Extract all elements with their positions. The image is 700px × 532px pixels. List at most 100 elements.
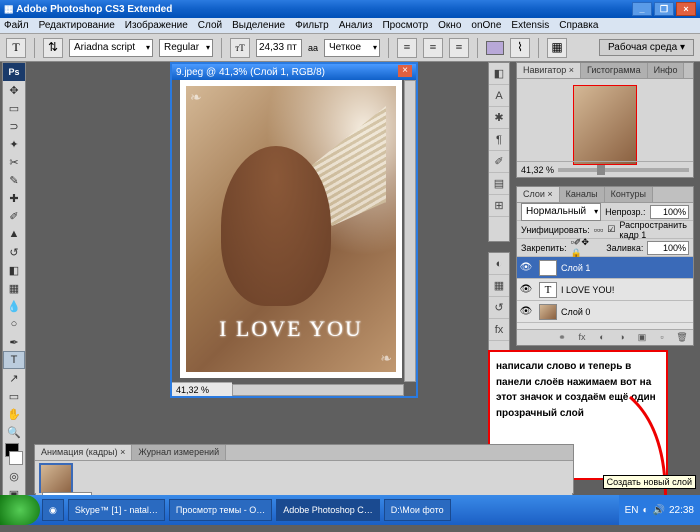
tab-measurements[interactable]: Журнал измерений <box>132 445 226 460</box>
layer-thumbnail[interactable] <box>539 260 557 276</box>
link-layers-button[interactable]: ⚭ <box>555 332 569 344</box>
tray-icon[interactable]: ◐ <box>642 505 648 516</box>
character-panel-button[interactable]: ▦ <box>547 38 567 58</box>
layer-row[interactable]: 👁 Слой 1 <box>517 257 693 279</box>
minimize-button[interactable]: _ <box>632 2 652 16</box>
align-center-button[interactable]: ≡ <box>423 38 443 58</box>
menu-image[interactable]: Изображение <box>125 20 188 31</box>
dock-btn[interactable]: A <box>489 85 509 107</box>
dock-btn[interactable]: ↺ <box>489 297 509 319</box>
tab-paths[interactable]: Контуры <box>605 187 653 202</box>
propagate-label[interactable]: Распространить кадр 1 <box>619 220 689 240</box>
path-tool[interactable]: ↗ <box>3 369 25 387</box>
unify-icon[interactable]: ▫▫▫ <box>594 225 604 235</box>
delete-layer-button[interactable]: 🗑 <box>675 332 689 344</box>
blend-mode-dropdown[interactable]: Нормальный <box>521 203 601 221</box>
navigator-thumbnail[interactable] <box>573 85 637 165</box>
dock-btn[interactable]: ✱ <box>489 107 509 129</box>
layer-row[interactable]: 👁 T I LOVE YOU! <box>517 279 693 301</box>
lang-indicator[interactable]: EN <box>625 505 639 516</box>
dock-btn[interactable]: ◐ <box>489 253 509 275</box>
tray-icon[interactable]: 🔊 <box>653 505 665 516</box>
tab-layers[interactable]: Слои × <box>517 187 560 202</box>
task-button[interactable]: Skype™ [1] - natal… <box>68 499 165 521</box>
task-button[interactable]: D:\Мои фото <box>384 499 451 521</box>
dock-btn[interactable]: fx <box>489 319 509 341</box>
menu-help[interactable]: Справка <box>559 20 598 31</box>
history-brush-tool[interactable]: ↺ <box>3 243 25 261</box>
task-button[interactable]: Просмотр темы - О… <box>169 499 272 521</box>
hand-tool[interactable]: ✋ <box>3 405 25 423</box>
menu-window[interactable]: Окно <box>438 20 461 31</box>
lasso-tool[interactable]: ⊃ <box>3 117 25 135</box>
task-button[interactable]: Adobe Photoshop C… <box>276 499 380 521</box>
tab-info[interactable]: Инфо <box>648 63 685 78</box>
tab-channels[interactable]: Каналы <box>560 187 605 202</box>
nav-zoom-value[interactable]: 41,32 % <box>521 165 554 175</box>
stamp-tool[interactable]: ▲ <box>3 225 25 243</box>
eraser-tool[interactable]: ◧ <box>3 261 25 279</box>
close-button[interactable]: × <box>676 2 696 16</box>
color-pickers[interactable] <box>5 443 23 465</box>
layer-thumbnail[interactable] <box>539 304 557 320</box>
tool-preset-button[interactable]: T <box>6 38 26 58</box>
menu-view[interactable]: Просмотр <box>382 20 428 31</box>
menu-filter[interactable]: Фильтр <box>295 20 329 31</box>
tab-navigator[interactable]: Навигатор × <box>517 63 581 78</box>
warp-text-button[interactable]: ⌇ <box>510 38 530 58</box>
quickmask-button[interactable]: ◎ <box>3 467 25 485</box>
dock-btn[interactable]: ▤ <box>489 173 509 195</box>
font-size-input[interactable]: 24,33 пт <box>256 39 302 57</box>
adjustment-button[interactable]: ◑ <box>615 332 629 344</box>
document-titlebar[interactable]: 9.jpeg @ 41,3% (Слой 1, RGB/8) × <box>172 64 416 80</box>
canvas-area[interactable]: ❧ ❧ I LOVE YOU <box>180 80 402 378</box>
dock-btn[interactable]: ¶ <box>489 129 509 151</box>
type-tool[interactable]: T <box>3 351 25 369</box>
dock-btn[interactable]: ✐ <box>489 151 509 173</box>
antialias-dropdown[interactable]: Четкое <box>324 39 380 57</box>
menu-select[interactable]: Выделение <box>232 20 285 31</box>
lock-icons[interactable]: ▫✐✥🔒 <box>571 237 599 259</box>
group-button[interactable]: ▣ <box>635 332 649 344</box>
align-right-button[interactable]: ≡ <box>449 38 469 58</box>
dock-btn[interactable]: ⊞ <box>489 195 509 217</box>
dodge-tool[interactable]: ○ <box>3 315 25 333</box>
dock-btn[interactable]: ◧ <box>489 63 509 85</box>
layer-name[interactable]: Слой 1 <box>561 263 590 273</box>
crop-tool[interactable]: ✂ <box>3 153 25 171</box>
menu-extensis[interactable]: Extensis <box>511 20 549 31</box>
menu-layer[interactable]: Слой <box>198 20 222 31</box>
orientation-button[interactable]: ⇅ <box>43 38 63 58</box>
font-style-dropdown[interactable]: Regular <box>159 39 213 57</box>
move-tool[interactable]: ✥ <box>3 81 25 99</box>
dock-btn[interactable]: ▦ <box>489 275 509 297</box>
task-button[interactable]: ◉ <box>42 499 64 521</box>
menu-analysis[interactable]: Анализ <box>339 20 373 31</box>
menu-file[interactable]: Файл <box>4 20 29 31</box>
clock[interactable]: 22:38 <box>669 505 694 516</box>
gradient-tool[interactable]: ▦ <box>3 279 25 297</box>
background-color[interactable] <box>9 451 23 465</box>
visibility-icon[interactable]: 👁 <box>517 306 535 317</box>
workspace-button[interactable]: Рабочая среда ▾ <box>599 39 694 56</box>
doc-scroll-v[interactable] <box>404 80 416 382</box>
start-button[interactable] <box>0 495 40 525</box>
mask-button[interactable]: ◐ <box>595 332 609 344</box>
wand-tool[interactable]: ✦ <box>3 135 25 153</box>
opacity-input[interactable]: 100% <box>650 205 689 219</box>
font-family-dropdown[interactable]: Ariadna script <box>69 39 153 57</box>
shape-tool[interactable]: ▭ <box>3 387 25 405</box>
tab-animation[interactable]: Анимация (кадры) × <box>35 445 132 460</box>
layer-name[interactable]: I LOVE YOU! <box>561 285 614 295</box>
heal-tool[interactable]: ✚ <box>3 189 25 207</box>
tab-histogram[interactable]: Гистограмма <box>581 63 648 78</box>
text-color-swatch[interactable] <box>486 41 504 55</box>
new-layer-button[interactable]: ▫ <box>655 332 669 344</box>
eyedropper-tool[interactable]: ✎ <box>3 171 25 189</box>
layer-name[interactable]: Слой 0 <box>561 307 590 317</box>
document-zoom[interactable]: 41,32 % <box>172 382 232 396</box>
brush-tool[interactable]: ✐ <box>3 207 25 225</box>
fx-button[interactable]: fx <box>575 332 589 344</box>
document-close-button[interactable]: × <box>398 65 412 77</box>
menu-edit[interactable]: Редактирование <box>39 20 115 31</box>
